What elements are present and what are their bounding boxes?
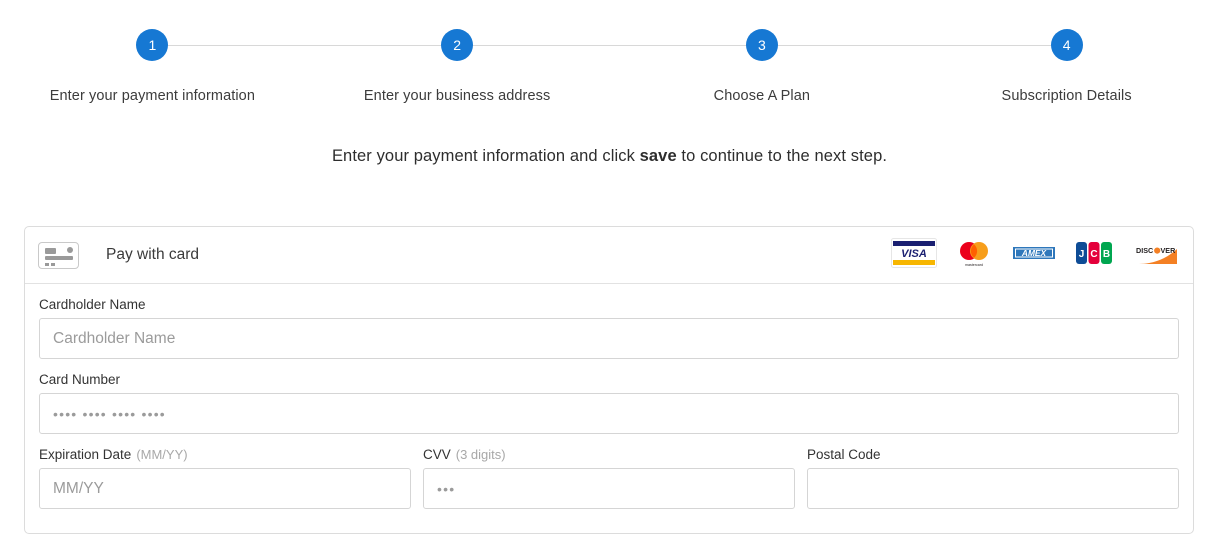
cardholder-name-label: Cardholder Name xyxy=(39,297,146,312)
credit-card-block-1 xyxy=(45,262,49,266)
svg-text:mastercard: mastercard xyxy=(965,263,983,267)
step-circle-2[interactable]: 2 xyxy=(441,29,474,61)
cvv-field-group: CVV (3 digits) xyxy=(423,447,795,509)
svg-text:B: B xyxy=(1103,249,1110,260)
svg-text:VER: VER xyxy=(1161,246,1177,255)
step-circle-3[interactable]: 3 xyxy=(745,29,778,61)
step-label-4: Subscription Details xyxy=(1001,88,1132,104)
svg-text:VISA: VISA xyxy=(901,248,927,260)
payment-panel: Pay with card VISA mastercard AMEX J C B… xyxy=(24,226,1194,534)
pay-with-card-title: Pay with card xyxy=(106,246,200,263)
stepper-step-1[interactable]: 1 Enter your payment information xyxy=(0,29,458,104)
credit-card-icon xyxy=(38,241,79,269)
postal-code-field-group: Postal Code xyxy=(807,447,1179,509)
instruction-text: Enter your payment information and click… xyxy=(0,147,1219,166)
card-number-input[interactable] xyxy=(39,393,1179,434)
expiration-date-label-text: Expiration Date xyxy=(39,447,132,462)
visa-icon: VISA xyxy=(891,237,937,273)
cvv-label: CVV (3 digits) xyxy=(423,447,795,462)
jcb-icon: J C B xyxy=(1073,237,1115,273)
card-number-label: Card Number xyxy=(39,372,121,387)
step-circle-4[interactable]: 4 xyxy=(1050,29,1083,61)
amex-icon: AMEX xyxy=(1011,237,1057,273)
payment-form: Cardholder Name Card Number Expiration D… xyxy=(25,284,1193,533)
stepper-row: 1 Enter your payment information 2 Enter… xyxy=(0,0,1219,104)
discover-icon: DISC VER xyxy=(1131,237,1179,273)
step-label-1: Enter your payment information xyxy=(49,88,256,104)
card-details-row: Expiration Date (MM/YY) CVV (3 digits) Pos… xyxy=(39,447,1179,509)
instruction-prefix: Enter your payment information and click xyxy=(331,147,640,165)
svg-text:DISC: DISC xyxy=(1136,246,1153,255)
svg-text:J: J xyxy=(1079,249,1085,260)
cvv-label-text: CVV xyxy=(423,447,451,462)
expiration-date-label: Expiration Date (MM/YY) xyxy=(39,447,411,462)
instruction-emphasis: save xyxy=(639,147,677,165)
step-circle-1[interactable]: 1 xyxy=(136,29,169,61)
step-label-2: Enter your business address xyxy=(363,88,551,104)
cvv-hint: (3 digits) xyxy=(455,447,506,462)
cardholder-name-input[interactable] xyxy=(39,318,1179,359)
stepper-step-2[interactable]: 2 Enter your business address xyxy=(305,29,762,104)
cvv-input[interactable] xyxy=(423,468,795,509)
postal-code-label: Postal Code xyxy=(807,447,1179,462)
cardholder-name-field-group: Cardholder Name xyxy=(39,297,1179,359)
progress-stepper: 1 Enter your payment information 2 Enter… xyxy=(0,0,1219,110)
svg-text:AMEX: AMEX xyxy=(1021,248,1047,258)
postal-code-label-text: Postal Code xyxy=(807,447,881,462)
credit-card-stripe xyxy=(45,255,73,260)
credit-card-dot xyxy=(67,246,73,253)
credit-card-chip xyxy=(45,247,56,254)
credit-card-block-2 xyxy=(51,262,55,266)
expiration-date-input[interactable] xyxy=(39,468,411,509)
postal-code-input[interactable] xyxy=(807,468,1179,509)
card-number-field-group: Card Number xyxy=(39,372,1179,434)
expiration-date-hint: (MM/YY) xyxy=(136,447,188,462)
payment-panel-header: Pay with card VISA mastercard AMEX J C B… xyxy=(25,227,1193,284)
stepper-step-3[interactable]: 3 Choose A Plan xyxy=(610,29,1067,104)
mastercard-icon: mastercard xyxy=(953,237,995,273)
svg-text:C: C xyxy=(1090,249,1097,260)
stepper-step-4[interactable]: 4 Subscription Details xyxy=(914,29,1219,104)
accepted-card-brands: VISA mastercard AMEX J C B DISC VER xyxy=(891,237,1179,273)
expiration-date-field-group: Expiration Date (MM/YY) xyxy=(39,447,411,509)
step-label-3: Choose A Plan xyxy=(713,88,811,104)
instruction-suffix: to continue to the next step. xyxy=(676,147,888,165)
